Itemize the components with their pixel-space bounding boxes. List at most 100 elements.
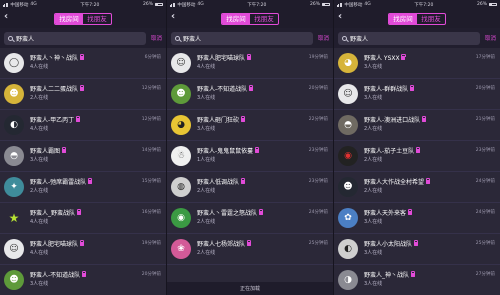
avatar: ◓ xyxy=(338,115,358,135)
list-item[interactable]: ✿ 野蛮人天外来客 3人在线 24分钟前 xyxy=(334,203,500,234)
list-item[interactable]: ◓ 野蛮人霸图 3人在线 14分钟前 xyxy=(0,141,166,172)
avatar: ✿ xyxy=(338,208,358,228)
search-input[interactable]: 野蛮人 xyxy=(171,31,313,45)
tab-find-friends[interactable]: 找朋友 xyxy=(417,14,445,24)
status-right: 26% xyxy=(310,2,330,7)
list-item[interactable]: ◐ 野蛮人小太阳战队 3人在线 25分钟前 xyxy=(334,234,500,265)
lock-icon xyxy=(401,53,406,60)
back-icon[interactable]: ‹ xyxy=(4,12,8,22)
tab-find-friends[interactable]: 找朋友 xyxy=(83,14,111,24)
signal-icon xyxy=(170,2,176,7)
room-time: 21分钟前 xyxy=(475,117,495,122)
list-item[interactable]: ✦ 野蛮人-弛席霸雷战队 2人在线 15分钟前 xyxy=(0,172,166,203)
cancel-button[interactable]: 取消 xyxy=(318,34,329,42)
tab-find-room[interactable]: 找房间 xyxy=(222,13,250,24)
back-icon[interactable]: ‹ xyxy=(338,12,342,22)
list-item[interactable]: ❀ 野蛮人七杨郊战队 2人在线 25分钟前 xyxy=(167,234,333,265)
lock-icon xyxy=(421,115,427,122)
list-item[interactable]: ☻ 野蛮人二二蛋战队 2人在线 12分钟前 xyxy=(0,79,166,110)
avatar: ◕ xyxy=(171,115,191,135)
lock-icon xyxy=(79,239,85,246)
search-input[interactable]: 野蛮人 xyxy=(4,31,146,45)
avatar: ★ xyxy=(8,211,20,225)
phone-screen: 中国移动 4G 下午7:20 26% ‹ 找房间 找朋友 野蛮人 取消 ☺ 野蛮人肥宅喵球队 4人在线… xyxy=(167,0,333,295)
status-left: 中国移动 4G xyxy=(170,2,204,8)
list-item[interactable]: ◕ 野蛮人 YSXX 3人在线 17分钟前 xyxy=(334,48,500,79)
room-name: 野蛮人霸图 xyxy=(30,148,61,155)
battery-icon xyxy=(488,2,497,7)
list-item[interactable]: ★ 野蛮人_野蛮战队 4人在线 16分钟前 xyxy=(0,203,166,234)
list-item[interactable]: ☃ 野蛮人-鬼鬼鼠鼠依蔓 1人在线 23分钟前 xyxy=(167,141,333,172)
nav-header: ‹ 找房间 找朋友 xyxy=(334,9,500,28)
room-name: 野蛮人天外来客 xyxy=(364,210,407,217)
list-item[interactable]: ◓ 野蛮人-澳洲进口战队 2人在线 21分钟前 xyxy=(334,110,500,141)
avatar: ☺ xyxy=(338,84,358,104)
avatar: ☻ xyxy=(4,84,24,104)
search-query[interactable]: 野蛮人 xyxy=(183,34,201,43)
list-item[interactable]: ☺ 野蛮人-群群战队 3人在线 20分钟前 xyxy=(334,79,500,110)
search-query[interactable]: 野蛮人 xyxy=(16,34,34,43)
room-name: 野蛮人-不知道战队 xyxy=(30,272,81,279)
tab-find-room[interactable]: 找房间 xyxy=(55,13,83,24)
lock-icon xyxy=(240,115,246,122)
search-icon xyxy=(342,35,347,41)
lock-icon xyxy=(87,177,93,184)
room-name: 野蛮人肥宅喵球队 xyxy=(30,241,79,248)
avatar: ❀ xyxy=(171,239,191,259)
search-input[interactable]: 野蛮人 xyxy=(338,31,480,45)
list-item[interactable]: ◯ 野蛮人丶神丶战队 4人在线 6分钟前 xyxy=(0,48,166,79)
room-name: 野蛮人-甲乙丙丁 xyxy=(30,117,75,124)
segmented-control: 找房间 找朋友 xyxy=(221,12,279,25)
list-item[interactable]: ◑ 野蛮人_神丶战队 3人在线 27分钟前 xyxy=(334,265,500,295)
network-label: 4G xyxy=(197,2,204,7)
list-item[interactable]: ☻ 野蛮人-不知道战队 3人在线 20分钟前 xyxy=(0,265,166,295)
lock-icon xyxy=(76,208,82,215)
online-count: 4人在线 xyxy=(197,64,216,70)
lock-icon xyxy=(258,208,264,215)
room-name: 野蛮人七杨郊战队 xyxy=(197,241,246,248)
lock-icon xyxy=(240,177,246,184)
room-time: 20分钟前 xyxy=(141,272,161,277)
tab-find-room[interactable]: 找房间 xyxy=(389,13,417,24)
list-item[interactable]: ☺ 野蛮人肥宅喵球队 4人在线 19分钟前 xyxy=(167,48,333,79)
room-time: 24分钟前 xyxy=(308,210,328,215)
loading-indicator: 正在加载 xyxy=(167,282,333,295)
battery-icon xyxy=(321,2,330,7)
list-item[interactable]: ◐ 野蛮人-甲乙丙丁 4人在线 12分钟前 xyxy=(0,110,166,141)
battery-icon xyxy=(154,2,163,7)
avatar: ◐ xyxy=(4,115,24,135)
list-item[interactable]: ◉ 野蛮人-茄子土豆队 2人在线 23分钟前 xyxy=(334,141,500,172)
room-name: 野蛮人 YSXX xyxy=(364,55,400,62)
list-item[interactable]: ☻ 野蛮人-不知道战队 3人在线 20分钟前 xyxy=(167,79,333,110)
online-count: 3人在线 xyxy=(30,281,49,287)
list-item[interactable]: ◕ 野蛮人砸门狂砍 3人在线 22分钟前 xyxy=(167,110,333,141)
room-time: 22分钟前 xyxy=(308,117,328,122)
lock-icon xyxy=(248,84,254,91)
room-name: 野蛮人小太阳战队 xyxy=(364,241,413,248)
lock-icon xyxy=(425,177,431,184)
online-count: 2人在线 xyxy=(30,95,49,101)
room-time: 24分钟前 xyxy=(475,179,495,184)
avatar: ◐ xyxy=(338,239,358,259)
room-time: 12分钟前 xyxy=(141,117,161,122)
room-name: 野蛮人-群群战队 xyxy=(364,86,409,93)
back-icon[interactable]: ‹ xyxy=(171,12,175,22)
online-count: 1人在线 xyxy=(197,157,216,163)
list-item[interactable]: ☺ 野蛮人肥宅喵球队 4人在线 19分钟前 xyxy=(0,234,166,265)
status-right: 26% xyxy=(143,2,163,7)
search-icon xyxy=(8,35,13,41)
cancel-button[interactable]: 取消 xyxy=(151,34,162,42)
list-item[interactable]: ◉ 野蛮人丶雷霆之怒战队 2人在线 24分钟前 xyxy=(167,203,333,234)
nav-header: ‹ 找房间 找朋友 xyxy=(167,9,333,28)
search-row: 野蛮人 取消 xyxy=(167,28,333,48)
cancel-button[interactable]: 取消 xyxy=(485,34,496,42)
list-item[interactable]: ◍ 野蛮人低调战队 2人在线 23分钟前 xyxy=(167,172,333,203)
search-query[interactable]: 野蛮人 xyxy=(350,34,368,43)
room-time: 20分钟前 xyxy=(308,86,328,91)
lock-icon xyxy=(79,53,85,60)
list-item[interactable]: ☻ 野蛮人大作战全村希望 2人在线 24分钟前 xyxy=(334,172,500,203)
tab-find-friends[interactable]: 找朋友 xyxy=(250,14,278,24)
online-count: 2人在线 xyxy=(197,250,216,256)
status-left: 中国移动 4G xyxy=(3,2,37,8)
lock-icon xyxy=(79,84,85,91)
